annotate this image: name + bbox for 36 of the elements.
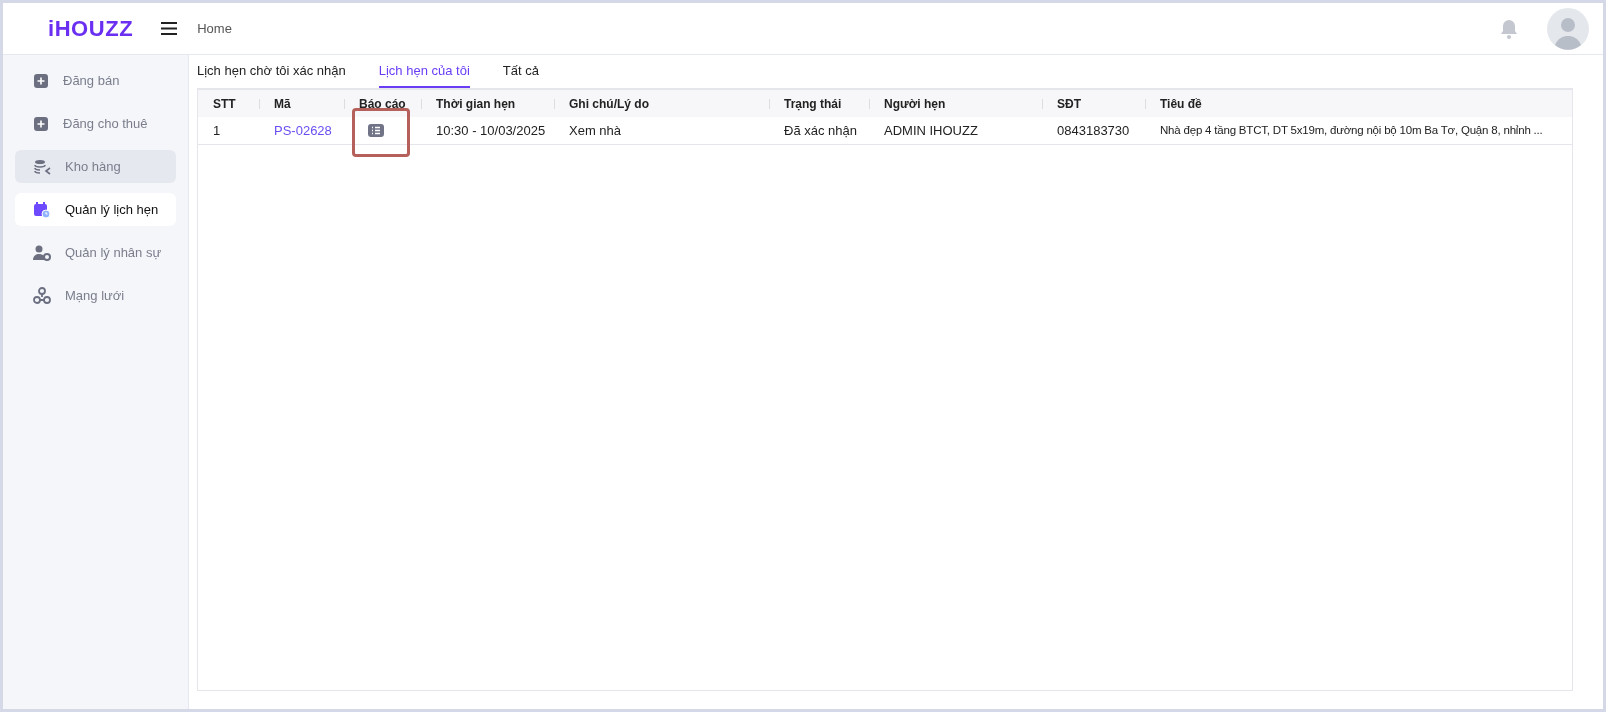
table-cell-text: Nhà đẹp 4 tầng BTCT, DT 5x19m, đường nội bộ 10m Ba Tơ, Quận 8, nhỉnh ... [1159,122,1544,138]
column-header: Báo cáo [359,95,406,113]
column-header: SĐT [1057,95,1081,113]
plus-square-icon [33,72,49,89]
column-header: Tiêu đề [1160,95,1202,113]
table-cell-text: 10:30 - 10/03/2025 [435,121,547,140]
tab[interactable]: Tất cả [502,55,539,88]
column-header: STT [212,95,236,113]
user-gear-icon [33,243,51,262]
column-header: Trạng thái [784,95,842,113]
column-header: Mã [274,95,291,113]
sidebar-item[interactable]: Kho hàng [15,150,176,183]
table-cell-text: Đã xác nhận [783,121,858,140]
list-icon[interactable] [368,124,384,137]
column-header: Người hẹn [884,95,946,113]
table-cell-text: 0843183730 [1056,121,1131,140]
sidebar-item[interactable]: Quản lý lịch hẹn [15,193,176,226]
table-cell-text: ADMIN IHOUZZ [883,121,979,140]
database-icon [33,157,51,176]
code-link[interactable]: PS-02628 [259,120,344,141]
sidebar-item[interactable]: Đăng cho thuê [15,107,176,140]
column-header: Thời gian hẹn [436,95,516,113]
breadcrumb[interactable]: Home [197,18,232,39]
calendar-clock-icon [33,200,51,219]
tab[interactable]: Lịch hẹn chờ tôi xác nhận [197,55,346,88]
network-icon [33,286,51,305]
sidebar-item[interactable]: Đăng bán [15,64,176,97]
sidebar-item[interactable]: Mạng lưới [15,279,176,312]
tab[interactable]: Lịch hẹn của tôi [378,55,470,88]
plus-square-icon [33,115,49,132]
menu-icon[interactable] [161,22,178,35]
sidebar-item[interactable]: Quản lý nhân sự [15,236,176,269]
table-cell-text: Xem nhà [568,121,623,140]
table-cell-text: 1 [212,121,222,140]
column-header: Ghi chú/Lý do [569,95,649,113]
logo: iHOUZZ [48,15,134,43]
